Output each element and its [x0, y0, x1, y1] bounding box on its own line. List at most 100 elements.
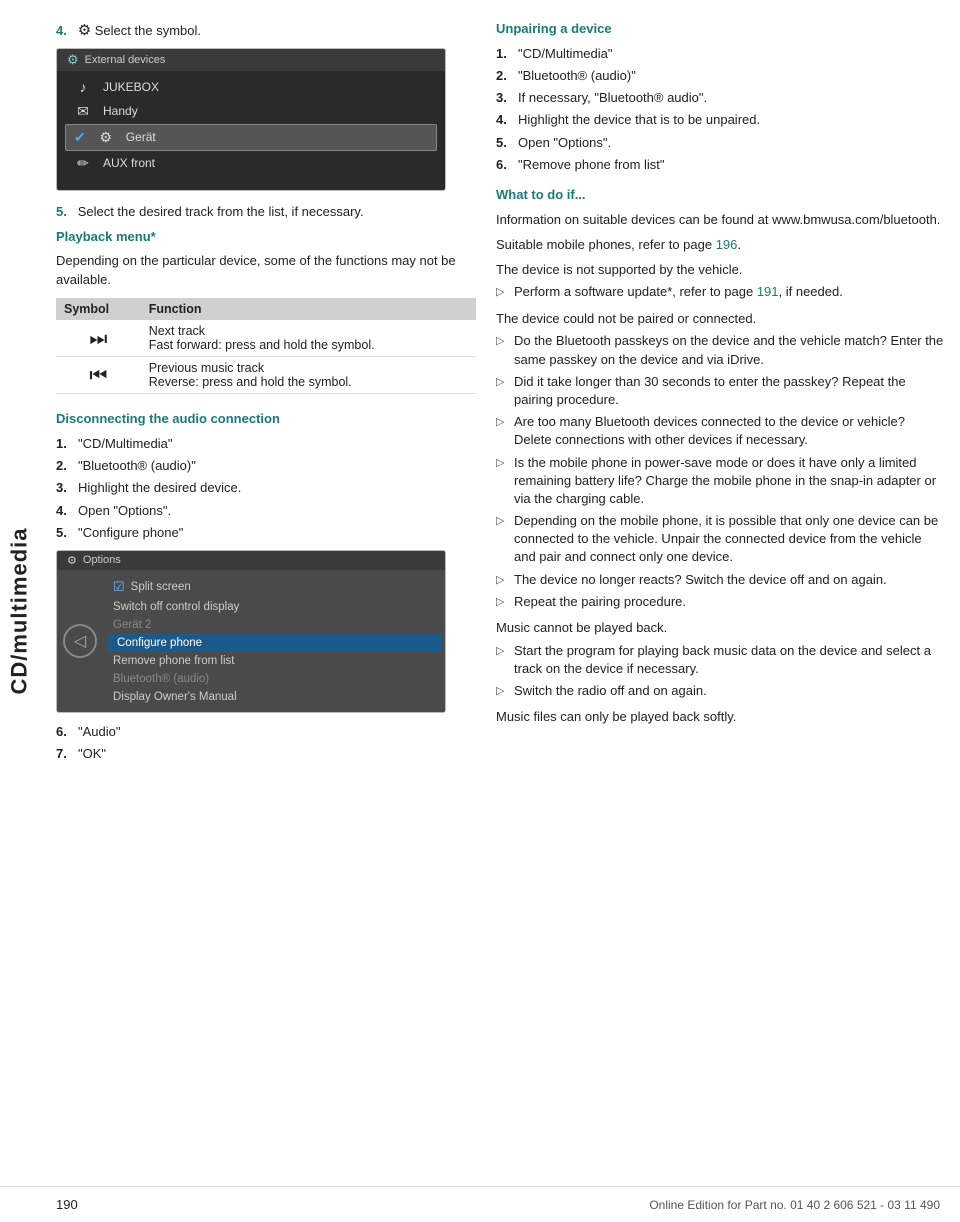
- arrow-icon-2-2: ▷: [496, 375, 508, 409]
- display-manual-label: Display Owner's Manual: [113, 691, 237, 703]
- u-step5: 5. Open "Options".: [496, 134, 944, 152]
- bullet3-1-text: Start the program for playing back music…: [514, 642, 944, 678]
- arrow-icon-2-1: ▷: [496, 334, 508, 368]
- device-row-jukebox: ♪ JUKEBOX: [57, 75, 445, 99]
- u-step4-text: Highlight the device that is to be unpai…: [518, 111, 760, 129]
- configure-phone-label: Configure phone: [117, 637, 202, 649]
- u-step4: 4. Highlight the device that is to be un…: [496, 111, 944, 129]
- u-step6: 6. "Remove phone from list": [496, 156, 944, 174]
- step5-text: Select the desired track from the list, …: [78, 204, 364, 219]
- fast-forward-label: Fast forward: press and hold the symbol.: [149, 338, 468, 352]
- bullet1-link[interactable]: 191: [757, 284, 779, 299]
- device-icon: ⚙: [67, 52, 79, 68]
- u-step5-num: 5.: [496, 134, 512, 152]
- bluetooth-audio-label: Bluetooth® (audio): [113, 673, 209, 685]
- step4-icon: ⚙: [78, 22, 91, 39]
- gerat2-label: Gerät 2: [113, 619, 151, 631]
- u-step5-text: Open "Options".: [518, 134, 611, 152]
- bullet2-4-text: Is the mobile phone in power-save mode o…: [514, 454, 944, 509]
- bullet-list-2: ▷ Do the Bluetooth passkeys on the devic…: [496, 332, 944, 611]
- table-col2: Function: [141, 298, 476, 320]
- opt-configure-phone[interactable]: Configure phone: [107, 634, 441, 652]
- options-list: ☑ Split screen Switch off control displa…: [103, 572, 445, 710]
- jukebox-label: JUKEBOX: [103, 80, 159, 94]
- d-step2-num: 2.: [56, 457, 72, 475]
- next-function: Next track Fast forward: press and hold …: [141, 320, 476, 357]
- gerat-icon: ⚙: [96, 129, 116, 146]
- bullet3-2-text: Switch the radio off and on again.: [514, 682, 707, 700]
- device-row-gerat: ✔ ⚙ Gerät: [65, 124, 437, 151]
- unpairing-heading: Unpairing a device: [496, 20, 944, 39]
- d-step5-text: "Configure phone": [78, 524, 183, 542]
- remove-phone-label: Remove phone from list: [113, 655, 234, 667]
- step6: 6. "Audio": [56, 723, 476, 741]
- para2-after: .: [737, 237, 741, 252]
- table-row-next: ⏭ Next track Fast forward: press and hol…: [56, 320, 476, 357]
- arrow-icon-2-6: ▷: [496, 573, 508, 589]
- u-step1-text: "CD/Multimedia": [518, 45, 612, 63]
- u-step1-num: 1.: [496, 45, 512, 63]
- bullet1-before: Perform a software update*, refer to pag…: [514, 284, 757, 299]
- bullet2-7: ▷ Repeat the pairing procedure.: [496, 593, 944, 611]
- opt-switch-off: Switch off control display: [103, 598, 445, 616]
- step7-num: 7.: [56, 745, 72, 763]
- aux-label: AUX front: [103, 156, 155, 170]
- options-body: ◁ ☑ Split screen Switch off control disp…: [57, 570, 445, 712]
- u-step6-num: 6.: [496, 156, 512, 174]
- opt-display-manual: Display Owner's Manual: [103, 688, 445, 706]
- playback-section: Playback menu* Depending on the particul…: [56, 228, 476, 395]
- next-symbol: ⏭: [56, 320, 141, 357]
- steps-6-7-list: 6. "Audio" 7. "OK": [56, 723, 476, 763]
- d-step4-num: 4.: [56, 502, 72, 520]
- gerat-label: Gerät: [126, 130, 156, 144]
- bullet1: ▷ Perform a software update*, refer to p…: [496, 283, 944, 301]
- jukebox-icon: ♪: [73, 79, 93, 95]
- bullet2-2: ▷ Did it take longer than 30 seconds to …: [496, 373, 944, 409]
- options-title: Options: [83, 554, 121, 566]
- para5: Music cannot be played back.: [496, 619, 944, 638]
- opt-bluetooth-audio: Bluetooth® (audio): [103, 670, 445, 688]
- device-row-aux: ✏ AUX front: [57, 151, 445, 176]
- u-step3-num: 3.: [496, 89, 512, 107]
- bullet-list-3: ▷ Start the program for playing back mus…: [496, 642, 944, 701]
- main-content: 4. ⚙ Select the symbol. ⚙ External devic…: [40, 0, 960, 807]
- arrow-icon-2-4: ▷: [496, 456, 508, 509]
- para2-link[interactable]: 196: [716, 237, 738, 252]
- aux-icon: ✏: [73, 155, 93, 172]
- para1: Information on suitable devices can be f…: [496, 211, 944, 230]
- d-step5-num: 5.: [56, 524, 72, 542]
- step7: 7. "OK": [56, 745, 476, 763]
- footer-text: Online Edition for Part no. 01 40 2 606 …: [649, 1198, 940, 1212]
- whatif-section: What to do if... Information on suitable…: [496, 186, 944, 727]
- bullet3-2: ▷ Switch the radio off and on again.: [496, 682, 944, 700]
- step6-num: 6.: [56, 723, 72, 741]
- options-nav: ◁: [57, 572, 103, 710]
- playback-desc: Depending on the particular device, some…: [56, 252, 476, 290]
- page-number: 190: [56, 1197, 78, 1212]
- right-column: Unpairing a device 1. "CD/Multimedia" 2.…: [496, 20, 944, 767]
- prev-symbol: ⏮: [56, 357, 141, 394]
- device-screen-title: External devices: [85, 54, 166, 66]
- playback-heading: Playback menu*: [56, 228, 476, 247]
- prev-function: Previous music track Reverse: press and …: [141, 357, 476, 394]
- bullet2-2-text: Did it take longer than 30 seconds to en…: [514, 373, 944, 409]
- table-row-prev: ⏮ Previous music track Reverse: press an…: [56, 357, 476, 394]
- step4-intro: 4. ⚙ Select the symbol.: [56, 20, 476, 42]
- u-step3-text: If necessary, "Bluetooth® audio".: [518, 89, 707, 107]
- arrow-icon-2-3: ▷: [496, 415, 508, 449]
- device-screen-header: ⚙ External devices: [57, 49, 445, 71]
- switch-off-label: Switch off control display: [113, 601, 239, 613]
- d-step3-num: 3.: [56, 479, 72, 497]
- disconnect-step-2: 2. "Bluetooth® (audio)": [56, 457, 476, 475]
- disconnect-section: Disconnecting the audio connection 1. "C…: [56, 410, 476, 763]
- para6: Music files can only be played back soft…: [496, 708, 944, 727]
- bullet1-after: , if needed.: [779, 284, 843, 299]
- bullet2-1: ▷ Do the Bluetooth passkeys on the devic…: [496, 332, 944, 368]
- u-step3: 3. If necessary, "Bluetooth® audio".: [496, 89, 944, 107]
- u-step1: 1. "CD/Multimedia": [496, 45, 944, 63]
- device-screen-1: ⚙ External devices ♪ JUKEBOX ✉ Handy ✔ ⚙…: [56, 48, 446, 191]
- disconnect-step-1: 1. "CD/Multimedia": [56, 435, 476, 453]
- u-step6-text: "Remove phone from list": [518, 156, 665, 174]
- options-header: ⚙ Options: [57, 551, 445, 570]
- d-step4-text: Open "Options".: [78, 502, 171, 520]
